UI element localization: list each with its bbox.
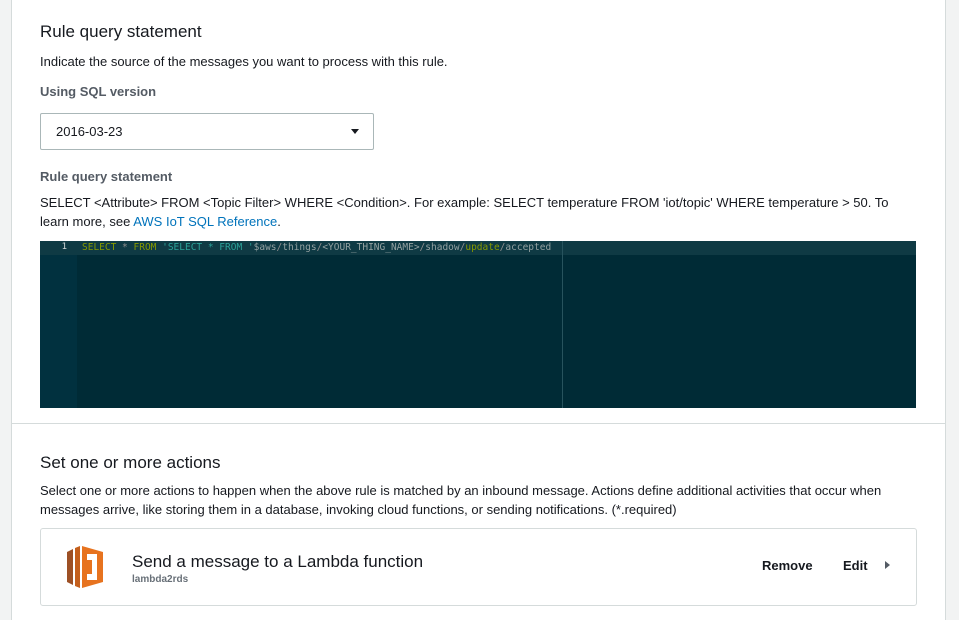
editor-print-margin [562, 241, 563, 408]
statement-help-suffix: . [277, 214, 281, 229]
remove-action-button[interactable]: Remove [762, 558, 813, 573]
statement-help: SELECT <Attribute> FROM <Topic Filter> W… [40, 193, 920, 231]
section-divider [12, 423, 945, 424]
code-token: <YOUR_THING_NAME> [322, 242, 420, 253]
lambda-icon [67, 546, 103, 588]
rule-query-title: Rule query statement [40, 22, 202, 41]
editor-code-line[interactable]: SELECT * FROM 'SELECT * FROM '$aws/thing… [82, 242, 551, 253]
line-number: 1 [61, 242, 67, 252]
action-subtitle: lambda2rds [132, 574, 189, 585]
actions-title: Set one or more actions [40, 453, 221, 472]
code-token: things [282, 242, 317, 253]
caret-down-icon [351, 129, 359, 134]
code-token: update [465, 242, 500, 253]
sql-editor[interactable]: 1 SELECT * FROM 'SELECT * FROM '$aws/thi… [40, 241, 916, 408]
action-title: Send a message to a Lambda function [132, 552, 424, 571]
code-token: shadow [425, 242, 460, 253]
code-token: $aws [253, 242, 277, 253]
lambda-action-card[interactable]: Send a message to a Lambda function lamb… [40, 528, 917, 606]
code-token: FROM [133, 242, 157, 253]
code-token: accepted [505, 242, 552, 253]
rule-query-description: Indicate the source of the messages you … [40, 54, 448, 69]
statement-label: Rule query statement [40, 169, 173, 184]
sql-version-value: 2016-03-23 [56, 124, 123, 139]
sql-reference-link[interactable]: AWS IoT SQL Reference [133, 214, 277, 229]
code-token: SELECT [82, 242, 117, 253]
code-token: * [116, 242, 134, 253]
actions-description: Select one or more actions to happen whe… [40, 483, 882, 517]
sql-version-select[interactable]: 2016-03-23 [40, 113, 374, 150]
sql-version-label: Using SQL version [40, 84, 157, 99]
code-token: 'SELECT * FROM ' [156, 242, 254, 253]
edit-action-button[interactable]: Edit [843, 558, 868, 573]
chevron-right-icon[interactable] [885, 561, 890, 569]
rule-panel: Rule query statement Indicate the source… [11, 0, 946, 620]
